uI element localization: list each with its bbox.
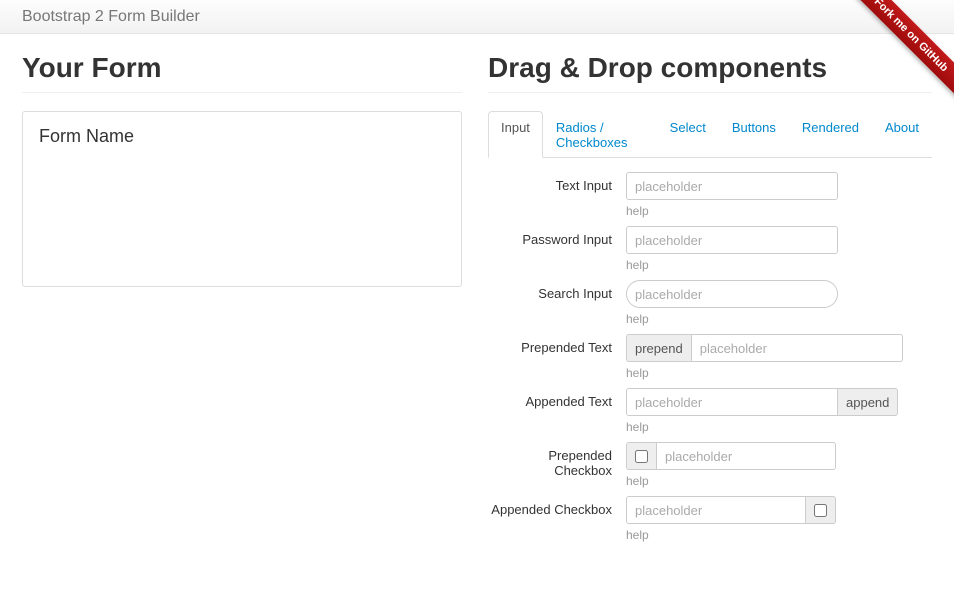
text-input-label: Text Input	[488, 172, 626, 218]
github-ribbon-label: Fork me on GitHub	[844, 0, 954, 103]
tab-rendered[interactable]: Rendered	[789, 111, 872, 158]
component-prepended-checkbox[interactable]: Prepended Checkbox help	[488, 442, 932, 488]
prepended-text-help: help	[626, 366, 932, 380]
password-input-field[interactable]	[626, 226, 838, 254]
appended-text-help: help	[626, 420, 932, 434]
tab-radios-checkboxes[interactable]: Radios / Checkboxes	[543, 111, 657, 158]
component-text-input[interactable]: Text Input help	[488, 172, 932, 218]
search-input-field[interactable]	[626, 280, 838, 308]
tab-buttons[interactable]: Buttons	[719, 111, 789, 158]
appended-checkbox-label: Appended Checkbox	[488, 496, 626, 542]
prepend-checkbox-addon	[626, 442, 656, 470]
tab-input[interactable]: Input	[488, 111, 543, 158]
form-name-label[interactable]: Form Name	[39, 126, 445, 147]
your-form-column: Your Form Form Name	[22, 52, 462, 550]
component-prepended-text[interactable]: Prepended Text prepend help	[488, 334, 932, 380]
github-ribbon[interactable]: Fork me on GitHub	[844, 0, 954, 110]
tab-select[interactable]: Select	[657, 111, 719, 158]
prepended-checkbox-label: Prepended Checkbox	[488, 442, 626, 488]
append-checkbox-addon	[806, 496, 836, 524]
component-appended-text[interactable]: Appended Text append help	[488, 388, 932, 434]
prepended-text-label: Prepended Text	[488, 334, 626, 380]
navbar: Bootstrap 2 Form Builder	[0, 0, 954, 34]
password-input-label: Password Input	[488, 226, 626, 272]
text-input-help: help	[626, 204, 932, 218]
component-appended-checkbox[interactable]: Appended Checkbox help	[488, 496, 932, 542]
component-search-input[interactable]: Search Input help	[488, 280, 932, 326]
prepended-checkbox-field[interactable]	[656, 442, 836, 470]
prepend-addon: prepend	[626, 334, 691, 362]
app-brand: Bootstrap 2 Form Builder	[22, 8, 200, 26]
component-list: Text Input help Password Input help Sear…	[488, 172, 932, 542]
component-tabs: Input Radios / Checkboxes Select Buttons…	[488, 111, 932, 158]
appended-text-label: Appended Text	[488, 388, 626, 434]
components-column: Drag & Drop components Input Radios / Ch…	[488, 52, 932, 550]
append-addon: append	[838, 388, 898, 416]
prepend-checkbox[interactable]	[635, 450, 648, 463]
your-form-heading: Your Form	[22, 52, 462, 93]
prepended-checkbox-help: help	[626, 474, 932, 488]
appended-checkbox-help: help	[626, 528, 932, 542]
tab-about[interactable]: About	[872, 111, 932, 158]
text-input-field[interactable]	[626, 172, 838, 200]
appended-text-field[interactable]	[626, 388, 838, 416]
component-password-input[interactable]: Password Input help	[488, 226, 932, 272]
search-input-help: help	[626, 312, 932, 326]
appended-checkbox-field[interactable]	[626, 496, 806, 524]
form-drop-target[interactable]: Form Name	[22, 111, 462, 287]
password-input-help: help	[626, 258, 932, 272]
append-checkbox[interactable]	[814, 504, 827, 517]
search-input-label: Search Input	[488, 280, 626, 326]
prepended-text-field[interactable]	[691, 334, 903, 362]
main-container: Your Form Form Name Drag & Drop componen…	[0, 34, 954, 568]
